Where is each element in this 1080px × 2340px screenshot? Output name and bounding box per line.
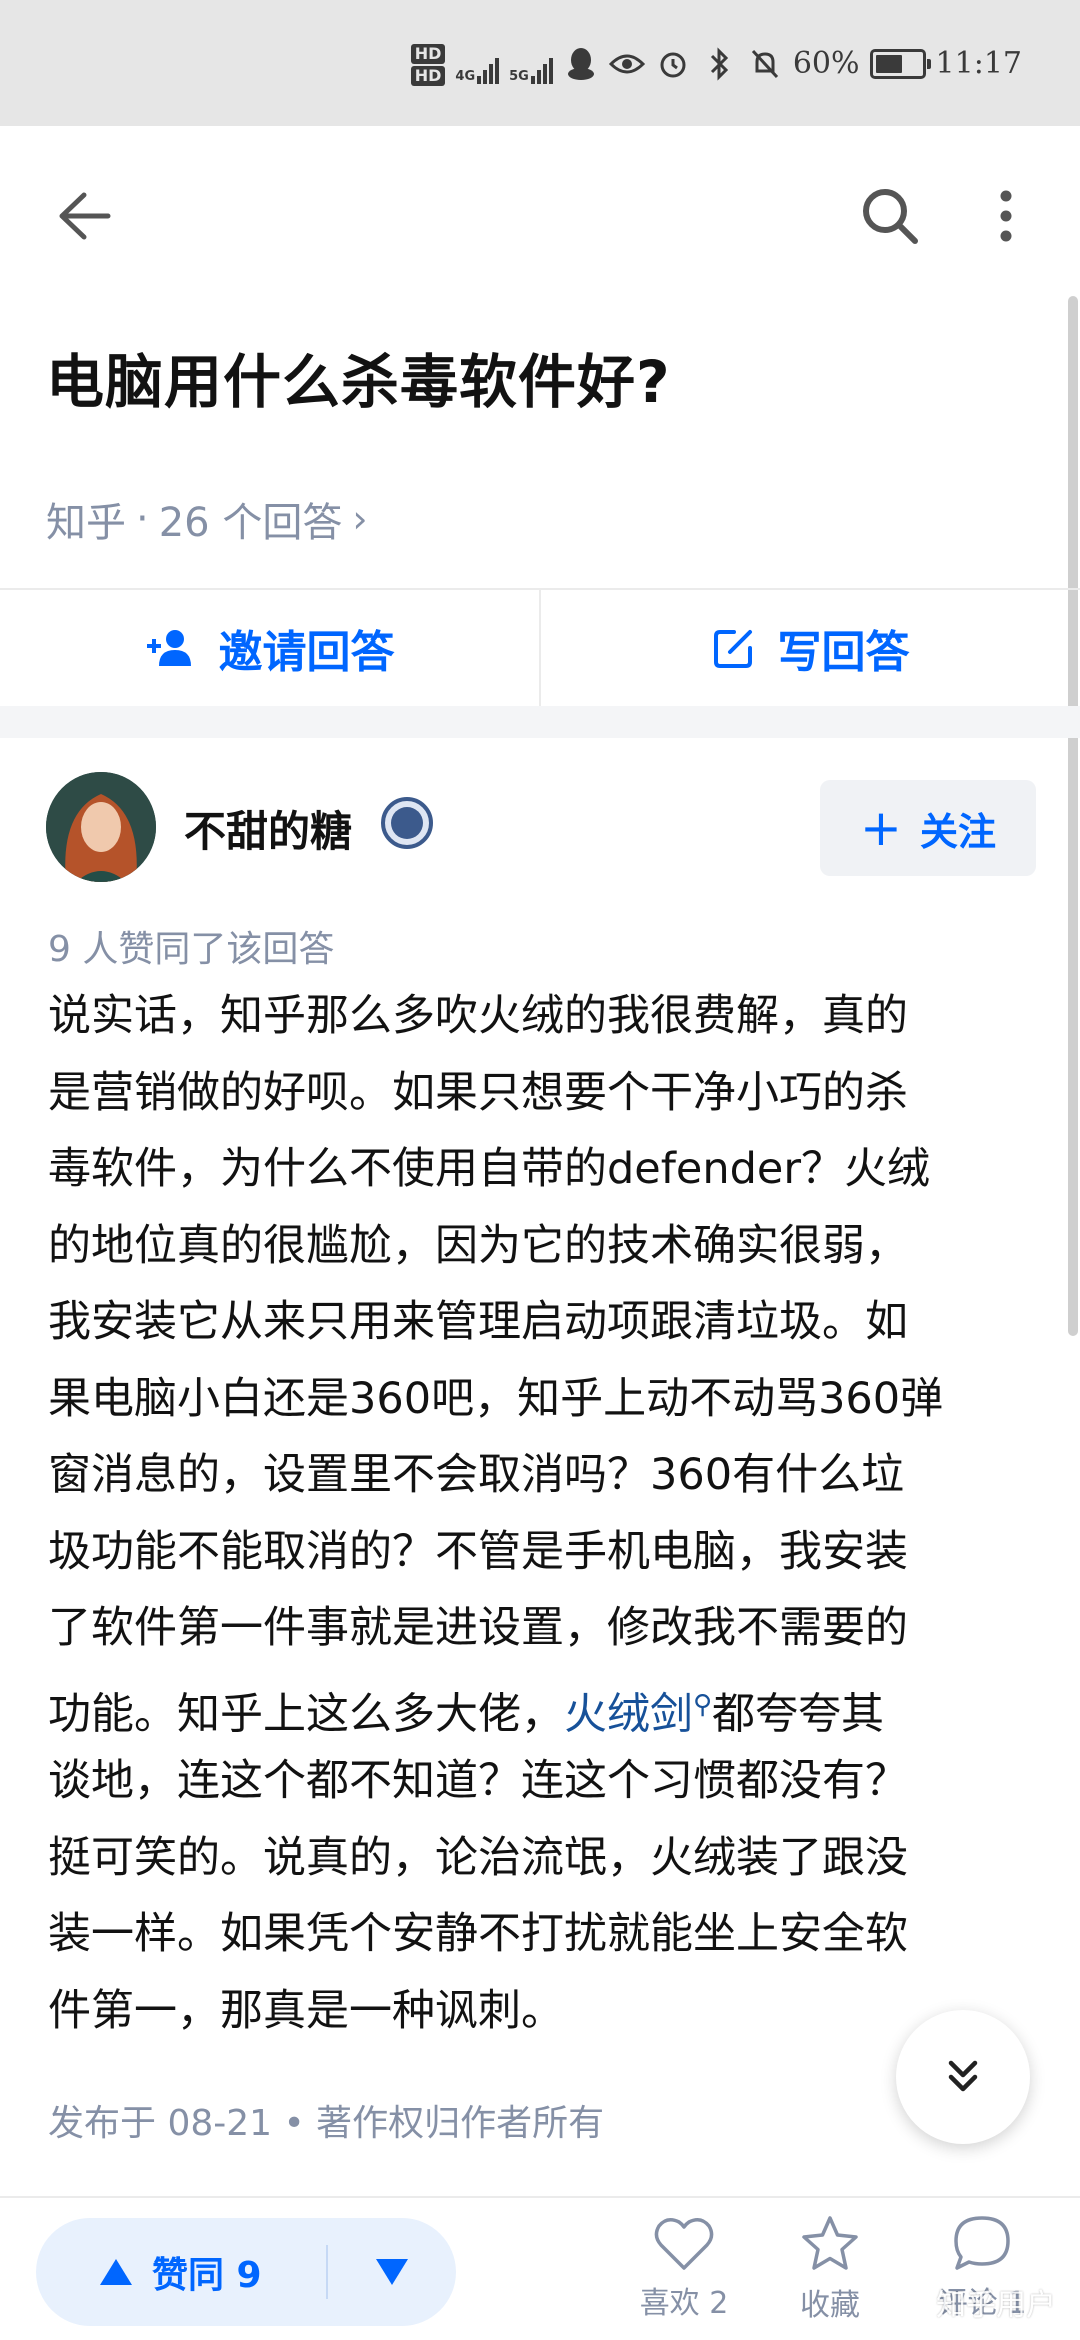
answer-line: 果电脑小白还是360吧，知乎上动不动骂360弹 [48, 1373, 944, 1424]
answer-text: 都夸夸其 [712, 1688, 885, 1739]
next-answer-button[interactable] [896, 2010, 1030, 2144]
comment-bubble-icon [954, 2216, 1010, 2270]
clock: 11:17 [935, 46, 1022, 81]
publish-info: 发布于 08-21 • 著作权归作者所有 [48, 2103, 605, 2144]
answer-line: 是营销做的好呗。如果只想要个干净小巧的杀 [48, 1067, 908, 1118]
favorite-button[interactable]: 收藏 [770, 2214, 890, 2338]
status-icons: HD HD 4G 5G 60% 11:17 [410, 44, 1022, 124]
author-name[interactable]: 不甜的糖 [184, 798, 352, 859]
signal-bars-icon [530, 54, 553, 84]
answer-line: 毒软件，为什么不使用自带的defender？火绒 [48, 1144, 931, 1194]
qq-icon [563, 44, 599, 84]
answer-line: 我安装它从来只用来管理启动项跟清垃圾。如 [48, 1297, 908, 1347]
net1-label: 4G [455, 69, 476, 84]
signal-5g: 5G [509, 44, 553, 84]
signal-4g: 4G [455, 44, 500, 84]
answer-line: 装一样。如果凭个安静不打扰就能坐上安全软 [48, 1909, 908, 1959]
vote-pill: 赞同 9 [36, 2218, 456, 2326]
net2-label: 5G [509, 69, 529, 84]
plus-icon: + [860, 799, 902, 857]
upvote-button[interactable]: 赞同 9 [36, 2246, 326, 2298]
answer-line: 谈地，连这个都不知道？连这个习惯都没有？ [48, 1756, 908, 1806]
mute-bell-icon [747, 44, 783, 84]
search-icon [863, 189, 918, 244]
votes-note: 9 人赞同了该回答 [48, 929, 335, 970]
battery-fill [875, 55, 902, 73]
follow-button[interactable]: + 关注 [820, 780, 1036, 876]
answer-body: 说实话，知乎那么多吹火绒的我很费解，真的 是营销做的好呗。如果只想要个干净小巧的… [48, 978, 1038, 2049]
answers-count: 26 个回答 [158, 500, 343, 546]
heart-icon [654, 2218, 714, 2270]
screen: HD HD 4G 5G 60% 11:17 电脑用什么杀毒软件好? 知乎 · 2… [0, 0, 1080, 2340]
hd2-label: HD [410, 66, 446, 86]
star-icon [802, 2216, 858, 2270]
write-answer-button[interactable]: 写回答 [539, 590, 1080, 706]
more-menu-button[interactable] [976, 176, 1036, 256]
downvote-button[interactable] [328, 2257, 456, 2287]
favorite-label: 收藏 [800, 2288, 860, 2323]
search-keyword-link[interactable]: 火绒剑 [564, 1689, 693, 1739]
answer-line: 圾功能不能取消的？不管是手机电脑，我安装 [48, 1526, 908, 1577]
answer-line: 挺可笑的。说真的，论治流氓，火绒装了跟没 [48, 1832, 908, 1883]
answer-line: 了软件第一件事就是进设置，修改我不需要的 [48, 1603, 908, 1653]
eye-icon [608, 44, 645, 84]
like-label: 喜欢 2 [639, 2286, 729, 2321]
bluetooth-icon [701, 44, 737, 84]
invite-answer-button[interactable]: 邀请回答 [0, 590, 539, 706]
battery-icon [869, 49, 931, 79]
more-vertical-icon [1000, 190, 1012, 242]
answer-line: 件第一，那真是一种讽刺。 [48, 1985, 564, 2036]
hd-indicator: HD HD [410, 44, 446, 86]
back-arrow-icon [59, 192, 111, 240]
section-divider [0, 706, 1080, 738]
search-icon: ⚲ [693, 1689, 713, 1720]
question-actions: 邀请回答 写回答 [0, 588, 1080, 706]
answer-text: 功能。知乎上这么多大佬， [48, 1688, 564, 1739]
scrollbar-thumb[interactable] [1068, 296, 1078, 1336]
meta-separator-dot: · [136, 496, 149, 542]
watermark: 知乎用户 [936, 2288, 1056, 2323]
follow-label: 关注 [919, 809, 996, 854]
alarm-icon [655, 44, 691, 84]
answer-line: 窗消息的，设置里不会取消吗？360有什么垃 [48, 1450, 905, 1500]
status-bar: HD HD 4G 5G 60% 11:17 [0, 0, 1080, 126]
avatar[interactable] [46, 772, 156, 882]
invite-answer-label: 邀请回答 [218, 627, 395, 678]
question-meta-link[interactable]: 知乎 · 26 个回答 › [46, 490, 368, 548]
back-button[interactable] [44, 176, 124, 256]
double-chevron-down-icon [948, 2060, 978, 2092]
top-nav [0, 126, 1080, 296]
upvote-label: 赞同 9 [152, 2255, 262, 2296]
signal-bars-icon [477, 54, 500, 84]
question-source: 知乎 [46, 500, 126, 546]
edit-icon [713, 630, 752, 668]
bottom-action-bar: 赞同 9 喜欢 2 收藏 评论 1 [0, 2196, 1080, 2340]
question-title[interactable]: 电脑用什么杀毒软件好? [46, 335, 671, 419]
hd1-label: HD [410, 44, 446, 64]
chevron-right-icon: › [352, 497, 368, 541]
triangle-down-icon [376, 2259, 408, 2285]
write-answer-label: 写回答 [777, 627, 910, 678]
answer-line-with-link: 功能。知乎上这么多大佬，火绒剑⚲都夸夸其 [48, 1667, 1038, 1744]
add-user-icon [146, 630, 191, 666]
triangle-up-icon [100, 2259, 132, 2285]
year-badge-icon [380, 796, 434, 850]
answer-line: 说实话，知乎那么多吹火绒的我很费解，真的 [48, 991, 908, 1041]
like-button[interactable]: 喜欢 2 [624, 2214, 744, 2338]
answer-line: 的地位真的很尴尬，因为它的技术确实很弱， [48, 1220, 908, 1271]
search-button[interactable] [850, 176, 930, 256]
battery-percent: 60% [792, 46, 860, 81]
author-row: 不甜的糖 + 关注 [46, 772, 1036, 882]
